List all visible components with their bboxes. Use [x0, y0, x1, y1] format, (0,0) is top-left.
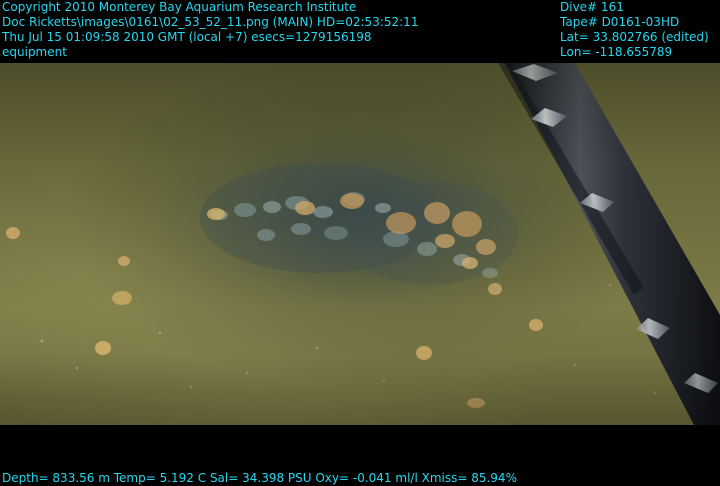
image-path-line: Doc Ricketts\images\0161\02_53_52_11.png…	[2, 15, 419, 29]
right-header-overlay: Dive# 161 Tape# D0161-03HD Lat= 33.80276…	[560, 0, 709, 60]
video-frame: Copyright 2010 Monterey Bay Aquarium Res…	[0, 0, 720, 486]
left-header-overlay: Copyright 2010 Monterey Bay Aquarium Res…	[2, 0, 418, 60]
lighting-vignette	[0, 63, 720, 425]
tape-line: Tape# D0161-03HD	[560, 15, 680, 29]
longitude-line: Lon= -118.655789	[560, 45, 673, 59]
dive-line: Dive# 161	[560, 0, 624, 14]
timestamp-line: Thu Jul 15 01:09:58 2010 GMT (local +7) …	[2, 30, 372, 44]
category-line: equipment	[2, 45, 67, 59]
copyright-line: Copyright 2010 Monterey Bay Aquarium Res…	[2, 0, 357, 14]
seafloor-scene	[0, 63, 720, 425]
latitude-line: Lat= 33.802766 (edited)	[560, 30, 709, 44]
sensor-footer: Depth= 833.56 m Temp= 5.192 C Sal= 34.39…	[2, 471, 517, 485]
